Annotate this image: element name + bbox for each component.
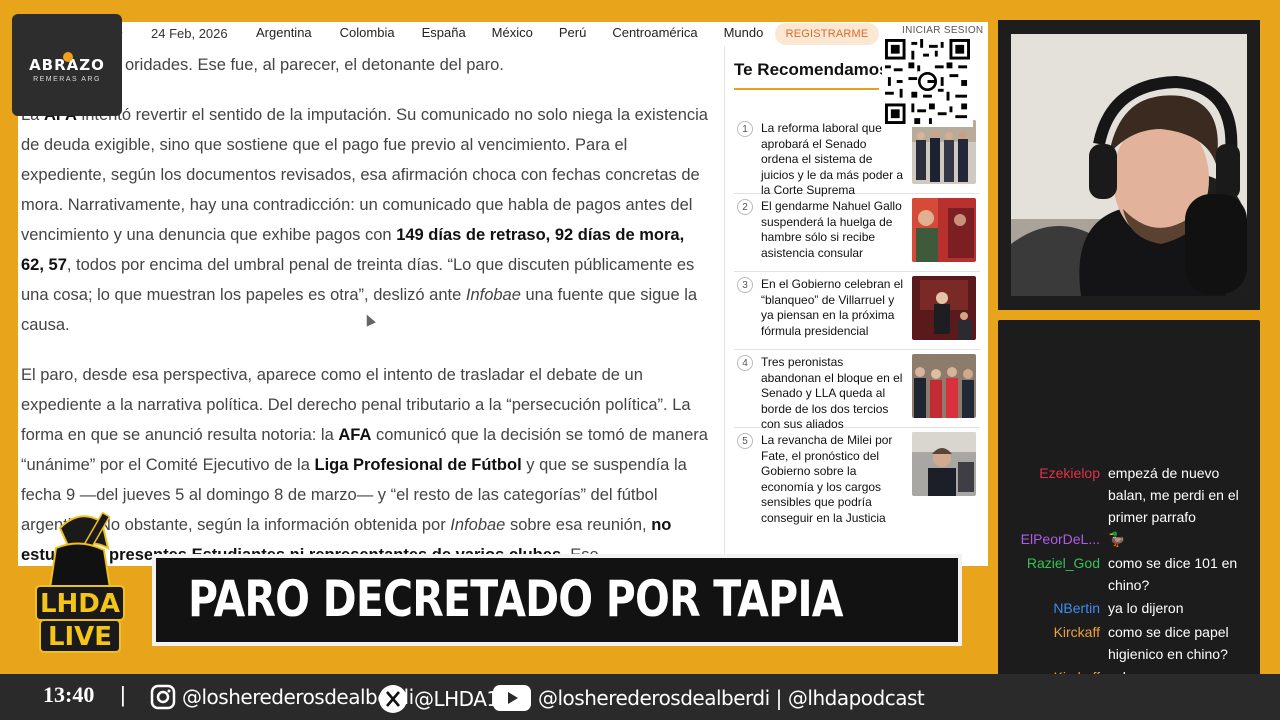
nav-link-argentina[interactable]: Argentina [256, 25, 312, 40]
live-text: LIVE [48, 622, 112, 652]
nav-links: Argentina Colombia España México Perú Ce… [256, 25, 763, 40]
nav-link-mundo[interactable]: Mundo [724, 25, 764, 40]
item-headline[interactable]: La revancha de Milei por Fate, el pronós… [761, 433, 906, 527]
qr-code [882, 36, 973, 127]
article-paragraph: oridades. Ese fue, al parecer, el detona… [21, 50, 711, 80]
chat-username[interactable]: NBertin [1053, 597, 1100, 619]
nav-link-colombia[interactable]: Colombia [340, 25, 395, 40]
duck-emoji-icon: 🦆 [1108, 531, 1126, 547]
recommended-item[interactable]: 3 En el Gobierno celebran el “blanqueo” … [734, 272, 980, 350]
lhda-mascot-icon: LHDA LIVE [35, 511, 125, 653]
chat-message: NBertin ya lo dijeron [998, 597, 1260, 619]
item-thumbnail[interactable] [912, 432, 976, 496]
webcam-feed [1011, 34, 1247, 296]
source-infobae: Infobae [465, 286, 521, 304]
recommended-item[interactable]: 2 El gendarme Nahuel Gallo suspenderá la… [734, 194, 980, 272]
item-headline[interactable]: La reforma laboral que aprobará el Senad… [761, 121, 906, 199]
social-instagram: @losherederosdealberdi [150, 684, 414, 710]
sidebar-divider [724, 46, 725, 566]
chat-message: Kirckaff como se dice papel higienico en… [998, 621, 1260, 665]
chat-username[interactable]: Raziel_God [1027, 552, 1100, 574]
item-number: 4 [737, 355, 753, 371]
chat-message: ElPeorDeL... 🦆 [998, 528, 1260, 550]
item-headline[interactable]: El gendarme Nahuel Gallo suspenderá la h… [761, 199, 906, 261]
nav-link-peru[interactable]: Perú [559, 25, 586, 40]
clock: 13:40 [43, 682, 95, 707]
item-thumbnail[interactable] [912, 120, 976, 184]
instagram-icon [150, 684, 176, 710]
item-headline[interactable]: Tres peronistas abandonan el bloque en e… [761, 355, 906, 433]
chat-text: como se dice papel higienico en chino? [1108, 624, 1229, 662]
item-thumbnail[interactable] [912, 276, 976, 340]
youtube-icon [492, 684, 532, 712]
article-text: intentó revertir el sentido de la imputa… [21, 106, 708, 244]
social-x: @LHDA16 [378, 684, 511, 714]
separator: | [775, 686, 783, 710]
nav-date: 24 Feb, 2026 [151, 26, 228, 41]
article-paragraph: La AFA intentó revertir el sentido de la… [21, 100, 711, 340]
chat-username[interactable]: Ezekielop [1039, 462, 1100, 484]
qr-code-icon [885, 39, 970, 124]
recommended-list: 1 La reforma laboral que aprobará el Sen… [734, 116, 980, 525]
youtube-handle: @losherederosdealberdi [538, 686, 770, 710]
register-button[interactable]: REGISTRARME [775, 23, 879, 45]
nav-link-centroamerica[interactable]: Centroamérica [612, 25, 697, 40]
bottom-bar: 13:40 | @losherederosdealberdi @LHDA16 @… [0, 674, 1280, 720]
chat-text: como se dice 101 en chino? [1108, 555, 1238, 593]
browser-viewport: e 24 Feb, 2026 Argentina Colombia España… [18, 22, 988, 566]
social-youtube: @losherederosdealberdi | @lhdapodcast [492, 684, 925, 712]
sponsor-logo: ABRAZO REMERAS ARG [12, 14, 122, 116]
chat-message: Ezekielop empezá de nuevo balan, me perd… [998, 462, 1260, 528]
chat-text: empezá de nuevo balan, me perdi en el pr… [1108, 465, 1239, 525]
nav-link-espana[interactable]: España [422, 25, 466, 40]
sidebar-title-underline [734, 88, 879, 90]
recommended-item[interactable]: 5 La revancha de Milei por Fate, el pron… [734, 428, 980, 525]
item-number: 2 [737, 199, 753, 215]
item-number: 1 [737, 121, 753, 137]
site-navbar: e 24 Feb, 2026 Argentina Colombia España… [18, 22, 988, 46]
streamer-camera-image [1011, 34, 1247, 296]
chat-message: Raziel_God como se dice 101 en chino? [998, 552, 1260, 596]
x-logo-icon [378, 684, 408, 714]
chat-username[interactable]: Kirckaff [1054, 621, 1100, 643]
item-number: 3 [737, 277, 753, 293]
nav-link-mexico[interactable]: México [492, 25, 533, 40]
item-thumbnail[interactable] [912, 198, 976, 262]
item-number: 5 [737, 433, 753, 449]
podcast-handle: @lhdapodcast [787, 686, 925, 710]
separator: | [120, 682, 126, 707]
lhda-live-logo: LHDA LIVE [30, 508, 130, 658]
login-link[interactable]: INICIAR SESION [902, 25, 983, 36]
chat-username[interactable]: ElPeorDeL... [1021, 528, 1100, 550]
headline-banner: PARO DECRETADO POR TAPIA [152, 554, 962, 646]
sponsor-logo-tagline: REMERAS ARG [33, 75, 101, 83]
chat-panel: Ezekielop empezá de nuevo balan, me perd… [998, 320, 1260, 704]
entity-liga: Liga Profesional de Fútbol [314, 456, 522, 474]
item-headline[interactable]: En el Gobierno celebran el “blanqueo” de… [761, 277, 906, 339]
lhda-text: LHDA [40, 589, 120, 619]
article-body: oridades. Ese fue, al parecer, el detona… [21, 50, 711, 566]
article-text: sobre esa reunión, [505, 516, 652, 534]
item-thumbnail[interactable] [912, 354, 976, 418]
source-infobae: Infobae [450, 516, 506, 534]
chat-text: ya lo dijeron [1108, 600, 1184, 616]
recommended-item[interactable]: 4 Tres peronistas abandonan el bloque en… [734, 350, 980, 431]
headline-text: PARO DECRETADO POR TAPIA [188, 570, 844, 628]
article-text: oridades. Ese fue, al parecer, el detona… [125, 56, 504, 74]
sun-icon [63, 52, 73, 62]
recommended-item[interactable]: 1 La reforma laboral que aprobará el Sen… [734, 116, 980, 197]
entity-afa: AFA [338, 426, 372, 444]
headline-banner-inner: PARO DECRETADO POR TAPIA [156, 558, 958, 642]
